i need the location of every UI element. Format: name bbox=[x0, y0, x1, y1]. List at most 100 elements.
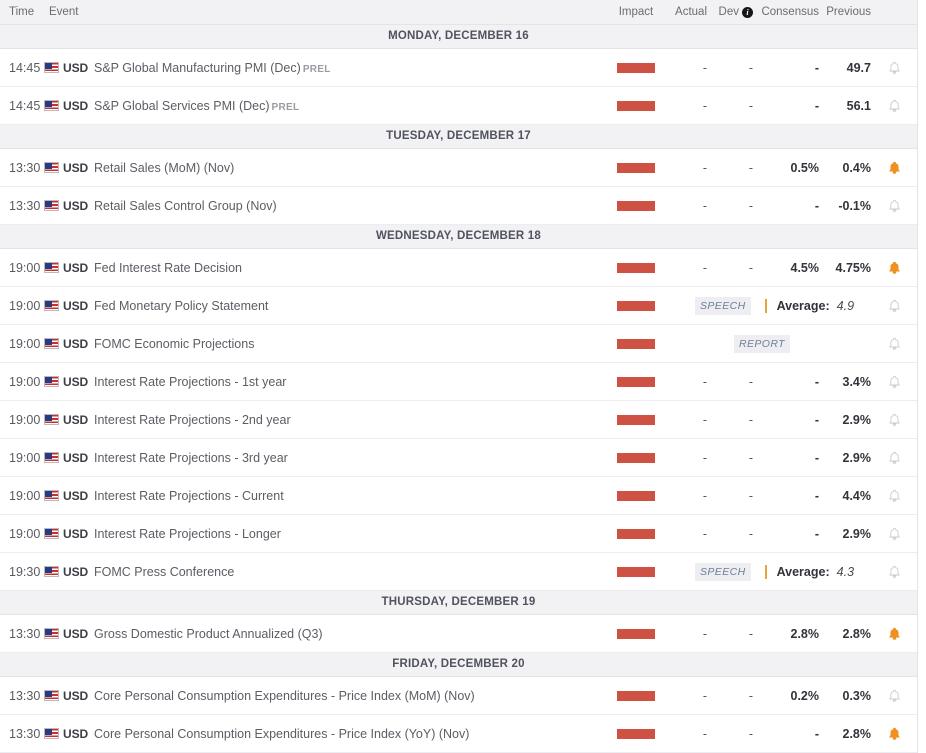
table-row[interactable]: 19:00 USDInterest Rate Projections - 2nd … bbox=[0, 401, 917, 439]
table-row[interactable]: 14:45USDS&P Global Services PMI (Dec)PRE… bbox=[0, 87, 917, 125]
currency-code: USD bbox=[63, 261, 88, 275]
table-row[interactable]: 13:30USDRetail Sales Control Group (Nov)… bbox=[0, 187, 917, 225]
table-row[interactable]: 19:00USDFed Interest Rate Decision--4.5%… bbox=[0, 249, 917, 287]
value-previous: 0.4% bbox=[819, 161, 871, 175]
impact-bar-high bbox=[617, 63, 655, 73]
table-row[interactable]: 19:00USDFOMC Economic ProjectionsREPORT bbox=[0, 325, 917, 363]
alert-bell-button[interactable] bbox=[871, 299, 917, 313]
column-header-dev[interactable]: Dev i bbox=[707, 6, 753, 18]
event-title[interactable]: Interest Rate Projections - 2nd year bbox=[90, 413, 605, 427]
impact-bar-high bbox=[617, 529, 655, 539]
alert-bell-button[interactable] bbox=[871, 489, 917, 503]
currency-code: USD bbox=[63, 375, 88, 389]
alert-bell-button[interactable] bbox=[871, 375, 917, 389]
value-previous: 0.3% bbox=[819, 689, 871, 703]
event-sub-label: PREL bbox=[272, 102, 300, 113]
value-deviation: - bbox=[707, 375, 753, 389]
table-row[interactable]: 19:00USDInterest Rate Projections - Long… bbox=[0, 515, 917, 553]
alert-bell-button[interactable] bbox=[871, 261, 917, 275]
separator bbox=[765, 565, 767, 579]
event-title[interactable]: Interest Rate Projections - Current bbox=[90, 489, 605, 503]
impact-bar-high bbox=[617, 567, 655, 577]
impact-indicator bbox=[605, 629, 667, 639]
alert-bell-button[interactable] bbox=[871, 565, 917, 579]
table-row[interactable]: 13:30USDCore Personal Consumption Expend… bbox=[0, 677, 917, 715]
event-time: 13:30 bbox=[0, 689, 44, 703]
alert-bell-button[interactable] bbox=[871, 161, 917, 175]
alert-bell-button[interactable] bbox=[871, 413, 917, 427]
value-deviation: - bbox=[707, 99, 753, 113]
event-title[interactable]: FOMC Economic Projections bbox=[90, 337, 605, 351]
table-row[interactable]: 19:00USDInterest Rate Projections - 1st … bbox=[0, 363, 917, 401]
event-report-info: REPORT bbox=[667, 335, 871, 353]
currency-code: USD bbox=[63, 413, 88, 427]
event-currency: USD bbox=[44, 727, 90, 741]
speech-tag[interactable]: SPEECH bbox=[695, 297, 751, 315]
event-title[interactable]: Interest Rate Projections - Longer bbox=[90, 527, 605, 541]
column-header-consensus[interactable]: Consensus bbox=[753, 6, 819, 18]
event-time: 19:00 bbox=[0, 337, 44, 351]
value-previous: 2.9% bbox=[819, 413, 871, 427]
alert-bell-button[interactable] bbox=[871, 451, 917, 465]
table-row[interactable]: 19:00USDInterest Rate Projections - 3rd … bbox=[0, 439, 917, 477]
event-title[interactable]: Core Personal Consumption Expenditures -… bbox=[90, 727, 605, 741]
event-title[interactable]: Interest Rate Projections - 3rd year bbox=[90, 451, 605, 465]
value-deviation: - bbox=[707, 261, 753, 275]
value-consensus: - bbox=[753, 199, 819, 213]
event-time: 13:30 bbox=[0, 727, 44, 741]
table-row[interactable]: 19:00USDInterest Rate Projections - Curr… bbox=[0, 477, 917, 515]
speech-tag[interactable]: SPEECH bbox=[695, 563, 751, 581]
alert-bell-button[interactable] bbox=[871, 689, 917, 703]
column-header-time[interactable]: Time bbox=[0, 6, 44, 18]
alert-bell-button[interactable] bbox=[871, 727, 917, 741]
day-separator-row: THURSDAY, DECEMBER 19 bbox=[0, 591, 917, 615]
event-time: 19:00 bbox=[0, 451, 44, 465]
event-title[interactable]: Fed Interest Rate Decision bbox=[90, 261, 605, 275]
event-title[interactable]: Retail Sales Control Group (Nov) bbox=[90, 199, 605, 213]
column-header-impact[interactable]: Impact bbox=[605, 6, 667, 18]
info-icon[interactable]: i bbox=[742, 7, 753, 18]
event-title[interactable]: Retail Sales (MoM) (Nov) bbox=[90, 161, 605, 175]
column-header-actual[interactable]: Actual bbox=[667, 6, 707, 18]
report-tag[interactable]: REPORT bbox=[734, 335, 790, 353]
event-currency: USD bbox=[44, 299, 90, 313]
alert-bell-button[interactable] bbox=[871, 99, 917, 113]
table-row[interactable]: 13:30USDCore Personal Consumption Expend… bbox=[0, 715, 917, 753]
event-title[interactable]: S&P Global Manufacturing PMI (Dec)PREL bbox=[90, 61, 605, 75]
alert-bell-button[interactable] bbox=[871, 627, 917, 641]
event-time: 13:30 bbox=[0, 199, 44, 213]
alert-bell-button[interactable] bbox=[871, 337, 917, 351]
us-flag-icon bbox=[44, 300, 59, 311]
impact-bar-high bbox=[617, 163, 655, 173]
column-header-previous[interactable]: Previous bbox=[819, 6, 871, 18]
event-title[interactable]: S&P Global Services PMI (Dec)PREL bbox=[90, 99, 605, 113]
day-label: WEDNESDAY, DECEMBER 18 bbox=[0, 225, 917, 248]
currency-code: USD bbox=[63, 161, 88, 175]
event-title[interactable]: Fed Monetary Policy Statement bbox=[90, 299, 605, 313]
alert-bell-button[interactable] bbox=[871, 527, 917, 541]
event-time: 19:00 bbox=[0, 413, 44, 427]
event-title-text: Interest Rate Projections - Longer bbox=[94, 527, 281, 541]
table-row[interactable]: 19:30USDFOMC Press ConferenceSPEECHAvera… bbox=[0, 553, 917, 591]
value-deviation: - bbox=[707, 527, 753, 541]
event-title[interactable]: Interest Rate Projections - 1st year bbox=[90, 375, 605, 389]
table-row[interactable]: 13:30USDRetail Sales (MoM) (Nov)--0.5%0.… bbox=[0, 149, 917, 187]
event-title[interactable]: Core Personal Consumption Expenditures -… bbox=[90, 689, 605, 703]
value-actual: - bbox=[667, 161, 707, 175]
day-label: MONDAY, DECEMBER 16 bbox=[0, 25, 917, 48]
event-title-text: S&P Global Manufacturing PMI (Dec) bbox=[94, 61, 301, 75]
value-consensus: 2.8% bbox=[753, 627, 819, 641]
event-title[interactable]: FOMC Press Conference bbox=[90, 565, 605, 579]
value-deviation: - bbox=[707, 627, 753, 641]
table-row[interactable]: 19:00USDFed Monetary Policy StatementSPE… bbox=[0, 287, 917, 325]
event-currency: USD bbox=[44, 375, 90, 389]
event-title[interactable]: Gross Domestic Product Annualized (Q3) bbox=[90, 627, 605, 641]
alert-bell-button[interactable] bbox=[871, 199, 917, 213]
table-row[interactable]: 13:30USDGross Domestic Product Annualize… bbox=[0, 615, 917, 653]
economic-calendar: Time Event Impact Actual Dev i Consensus… bbox=[0, 0, 918, 753]
table-row[interactable]: 14:45USDS&P Global Manufacturing PMI (De… bbox=[0, 49, 917, 87]
column-header-event[interactable]: Event bbox=[44, 6, 605, 18]
alert-bell-button[interactable] bbox=[871, 61, 917, 75]
value-previous: 4.75% bbox=[819, 261, 871, 275]
event-time: 14:45 bbox=[0, 61, 44, 75]
